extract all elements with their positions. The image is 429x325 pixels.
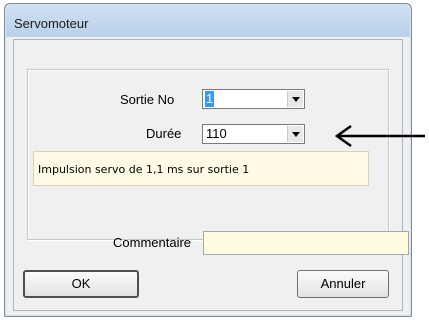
ok-button[interactable]: OK [23, 270, 139, 298]
info-text: Impulsion servo de 1,1 ms sur sortie 1 [38, 163, 250, 176]
window-title: Servomoteur [14, 16, 89, 31]
duree-label: Durée [146, 126, 182, 141]
annuler-button[interactable]: Annuler [297, 270, 389, 298]
commentaire-label: Commentaire [113, 235, 192, 250]
commentaire-input[interactable] [203, 231, 409, 255]
sortie-no-value: 1 [205, 91, 215, 107]
sortie-no-combobox[interactable]: 1 [202, 89, 305, 109]
chevron-down-icon[interactable] [287, 126, 303, 142]
duree-combobox[interactable]: 110 [202, 124, 305, 144]
info-panel: Impulsion servo de 1,1 ms sur sortie 1 [33, 151, 369, 186]
chevron-down-icon[interactable] [287, 91, 303, 107]
title-bar[interactable]: Servomoteur [6, 5, 410, 37]
sortie-no-label: Sortie No [120, 92, 175, 107]
arrow-left-icon [334, 124, 425, 148]
duree-value: 110 [206, 126, 227, 141]
